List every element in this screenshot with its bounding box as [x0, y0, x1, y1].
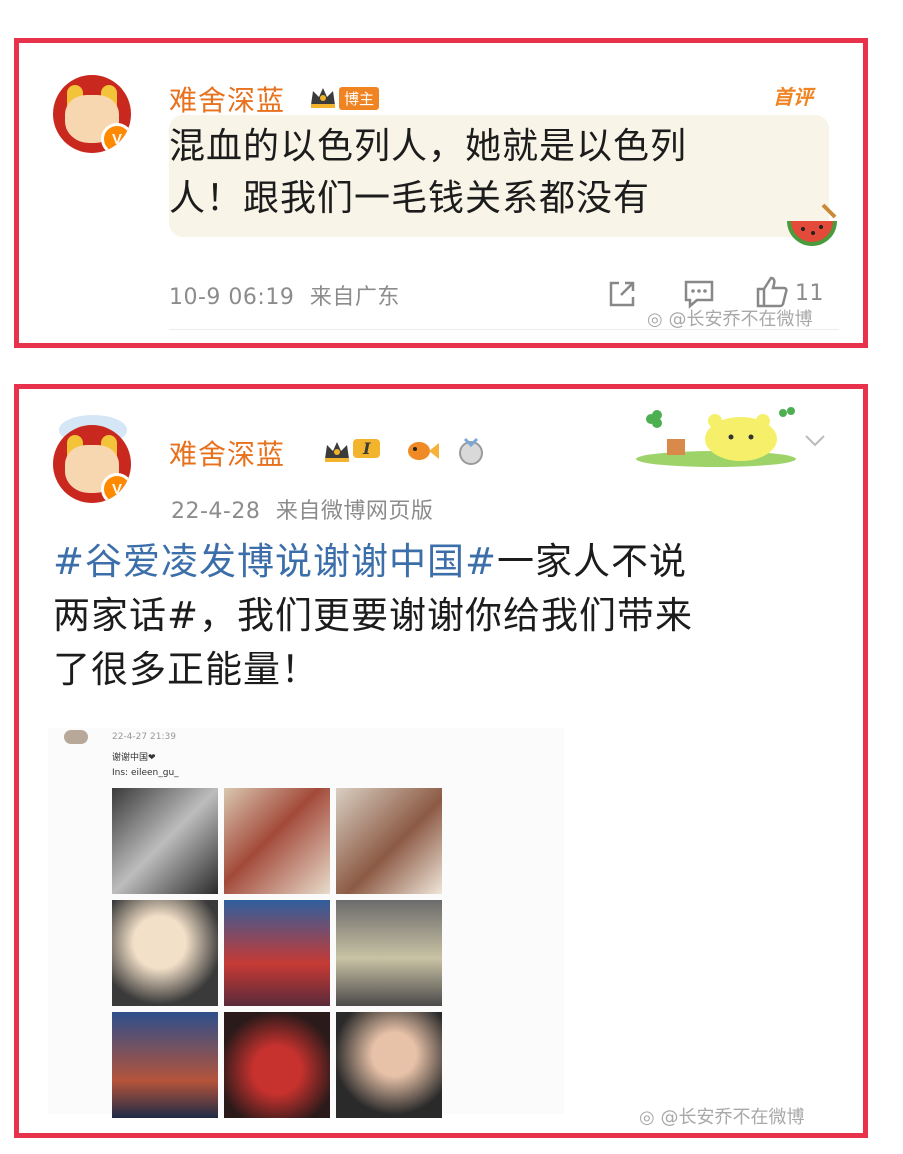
verified-v-icon: V [101, 123, 131, 153]
photo-thumb[interactable] [112, 900, 218, 1006]
mini-avatar [64, 730, 88, 744]
photo-grid [112, 788, 442, 1118]
post-line-3: 了很多正能量！ [53, 648, 319, 691]
photo-thumb[interactable] [112, 1012, 218, 1118]
embedded-screenshot-image[interactable]: 22-4-27 21:39 谢谢中国❤ Ins: eileen_gu_ [48, 728, 564, 1118]
comment-meta: 10-9 06:19 来自广东 [169, 279, 400, 311]
first-comment-tag: 首评 [773, 85, 813, 109]
photo-thumb[interactable] [336, 900, 442, 1006]
username[interactable]: 难舍深蓝 [169, 79, 285, 119]
watermark-text: @长安乔不在微博 [660, 1107, 805, 1128]
divider [169, 329, 839, 330]
post-text: #谷爱凌发博说谢谢中国#一家人不说 两家话#，我们更要谢谢你给我们带来 了很多正… [53, 535, 693, 697]
weibo-logo-icon: ◎ [639, 1107, 655, 1128]
level-badge: I [353, 439, 381, 458]
comment-source: 来自广东 [309, 285, 400, 310]
post-line-2: 两家话#，我们更要谢谢你给我们带来 [53, 594, 694, 637]
photo-thumb[interactable] [112, 788, 218, 894]
topic-hashtag[interactable]: #谷爱凌发博说谢谢中国# [53, 540, 497, 583]
post-line-1-rest: 一家人不说 [497, 540, 688, 583]
embedded-caption: 谢谢中国❤ [112, 753, 156, 763]
user-avatar[interactable]: V [53, 425, 131, 503]
photo-thumb[interactable] [336, 788, 442, 894]
photo-thumb[interactable] [224, 1012, 330, 1118]
verified-v-icon: V [101, 473, 131, 503]
comment-text: 混血的以色列人，她就是以色列 人！跟我们一毛钱关系都没有 [169, 121, 687, 225]
like-count: 11 [795, 281, 824, 306]
photo-thumb[interactable] [336, 1012, 442, 1118]
share-icon[interactable] [607, 279, 637, 309]
embedded-ins-handle: Ins: eileen_gu_ [112, 768, 179, 778]
like-thumb-icon[interactable] [755, 275, 789, 309]
post-timestamp: 22-4-28 [171, 499, 261, 524]
weibo-watermark: ◎ @长安乔不在微博 [639, 1103, 804, 1129]
weibo-logo-icon: ◎ [647, 309, 663, 330]
username[interactable]: 难舍深蓝 [169, 433, 285, 473]
medal-icon [459, 437, 483, 465]
crown-icon [325, 442, 349, 462]
user-avatar[interactable]: V [53, 75, 131, 153]
blogger-badge: 博主 [339, 87, 380, 110]
embedded-timestamp: 22-4-27 21:39 [112, 732, 176, 742]
goldfish-icon [408, 442, 439, 460]
chevron-down-icon[interactable] [803, 433, 827, 449]
bear-decoration-icon [636, 407, 796, 467]
weibo-watermark: ◎ @长安乔不在微博 [647, 305, 812, 331]
comment-line-1: 混血的以色列人，她就是以色列 [169, 126, 688, 167]
photo-thumb[interactable] [224, 900, 330, 1006]
comment-card-1: V 难舍深蓝 博主 首评 混血的以色列人，她就是以色列 人！跟我们一毛钱关系都没… [14, 38, 868, 348]
post-source: 来自微博网页版 [275, 499, 434, 524]
post-meta: 22-4-28 来自微博网页版 [171, 493, 433, 525]
crown-icon [311, 88, 335, 108]
comment-line-2: 人！跟我们一毛钱关系都没有 [169, 178, 651, 219]
watermark-text: @长安乔不在微博 [668, 309, 813, 330]
comment-timestamp: 10-9 06:19 [169, 285, 295, 310]
photo-thumb[interactable] [224, 788, 330, 894]
watermelon-bowl-icon [787, 203, 837, 246]
